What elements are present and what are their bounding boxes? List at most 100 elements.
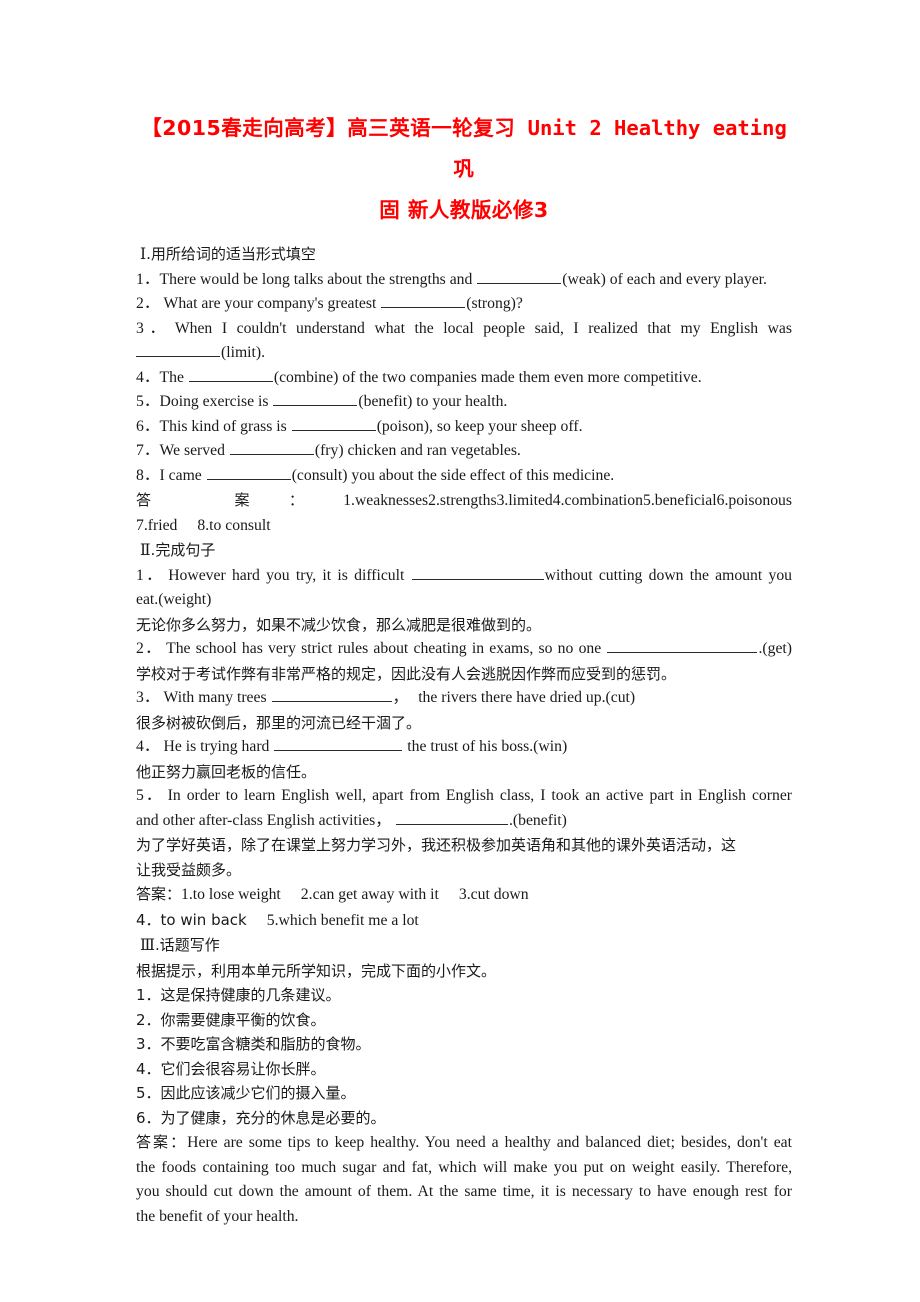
answer-value: 7.fried [136,516,178,534]
sentence-item-1-cont: eat.(weight) [136,588,792,613]
prompt-text: 不要吃富含糖类和脂肪的食物。 [160,1035,371,1053]
item-text-after: (combine) of the two companies made them… [273,368,702,386]
fill-blank[interactable] [229,440,314,455]
writing-prompt-4: 4．它们会很容易让你长胖。 [136,1057,792,1082]
section-2-heading-label: .完成句子 [150,541,216,559]
item-number: 3． [136,1035,161,1053]
fill-blank[interactable] [477,268,562,284]
fill-blank[interactable] [136,342,220,357]
item-text-cont: eat.(weight) [136,591,212,608]
sentence-item-5-cont: and other after-class English activities… [136,809,792,834]
fill-blank[interactable] [271,687,392,702]
answer-value: 4.combination [552,492,643,509]
fill-blank[interactable] [206,464,291,480]
fill-blank[interactable] [395,809,508,825]
sentence-item-2: 2． The school has very strict rules about… [136,637,792,662]
answer-value: 5.beneficial [642,492,717,509]
item-text-before: When I couldn't understand what the loca… [174,319,792,337]
title-unit: Unit 2 Healthy eating [527,116,787,140]
item-text-after: without cutting down the amount you [544,566,793,584]
item-number: 6． [136,1108,161,1127]
item-text-before: I came [159,466,202,484]
item-text-after: .(get) [758,640,792,657]
item-text-cont: and other after-class English activities… [136,811,391,829]
item-number: 2． [136,295,160,312]
section-1-answers-line-1: 答 案：1.weaknesses2.strengths3.limited4.co… [136,488,792,514]
item-text-after: (benefit) to your health. [358,393,508,410]
sentence-item-1-translation: 无论你多么努力，如果不减少饮食，那么减肥是很难做到的。 [136,615,542,634]
item-number: 4． [136,738,160,755]
section-3-answer-line-3: you should cut down the amount of them. … [136,1183,792,1200]
exercise-item-2: 2． What are your company's greatest (stro… [136,292,792,317]
answer-value: 1.to lose weight [181,886,281,903]
item-number: 3． [136,689,160,706]
answer-value: 5.which benefit me a lot [266,911,419,929]
item-number: 8． [136,466,160,484]
item-text-before: What are your company's greatest [163,295,377,312]
item-text-before: With many trees [163,689,267,706]
fill-blank[interactable] [381,293,466,308]
title-cn-prefix: 高三英语一轮复习 [347,116,516,140]
title-bracket-label: 2015春走向高考 [162,116,327,140]
item-number: 7． [136,442,160,459]
item-text-before: There would be long talks about the stre… [159,270,473,288]
item-text-before: The school has very strict rules about c… [166,640,602,657]
title-bracket-open: 【 [141,116,163,140]
writing-instruction: 根据提示，利用本单元所学知识，完成下面的小作文。 [136,961,497,980]
sentence-item-5: 5． In order to learn English well, apart … [136,784,792,809]
sentence-item-3-translation: 很多树被砍倒后，那里的河流已经干涸了。 [136,713,422,732]
item-comma: ， [392,689,409,706]
section-2-heading: Ⅱ.完成句子 [136,538,792,564]
item-number: 5． [136,393,160,410]
item-number: 6． [136,417,160,435]
sentence-item-4-translation: 他正努力赢回老板的信任。 [136,762,317,781]
item-text-after: (limit). [221,344,266,361]
answer-label: 答 案： [136,491,344,509]
writing-prompt-2: 2．你需要健康平衡的饮食。 [136,1008,792,1033]
fill-blank[interactable] [188,366,273,382]
item-text-after: (consult) you about the side effect of t… [291,466,615,484]
item-text-after: (strong)? [466,295,523,312]
answer-value: 2.strengths [428,492,497,509]
answer-value: 2.can get away with it [300,886,439,903]
prompt-text: 为了健康，充分的休息是必要的。 [160,1108,386,1127]
item-text-after: the rivers there have dried up.(cut) [418,689,636,706]
sentence-item-1: 1． However hard you try, it is difficult … [136,564,792,589]
sentence-item-2-translation: 学校对于考试作弊有非常严格的规定，因此没有人会逃脱因作弊而应受到的惩罚。 [136,664,677,683]
section-3-answer-line-2: the foods containing too much sugar and … [136,1158,792,1176]
sentence-item-4: 4． He is trying hard the trust of his bos… [136,735,792,760]
fill-blank[interactable] [291,415,376,431]
item-text-after: (poison), so keep your sheep off. [376,417,583,435]
writing-prompt-6: 6．为了健康，充分的休息是必要的。 [136,1106,792,1131]
answer-value: 6.poisonous [716,492,792,509]
title-bracket-close: 】 [326,116,348,140]
section-1-heading-label: .用所给词的适当形式填空 [146,245,316,263]
sentence-item-5-translation-line-1: 为了学好英语，除了在课堂上努力学习外，我还积极参加英语角和其他的课外英语活动，这 [136,836,737,854]
fill-blank[interactable] [273,391,358,406]
title-cn-suffix: 巩 [453,157,475,181]
answer-label: 答案： [136,1133,188,1151]
title-line2: 固 新人教版必修3 [379,198,549,222]
fill-blank[interactable] [607,638,758,653]
item-text-before: The [159,368,184,386]
item-number: 1． [136,566,165,584]
item-number: 2． [136,640,163,657]
exercise-item-3-cont: (limit). [136,341,792,366]
item-text-after: (weak) of each and every player. [562,270,767,288]
item-number: 5． [136,787,164,804]
exercise-item-8: 8．I came (consult) you about the side ef… [136,464,792,489]
fill-blank[interactable] [274,736,403,751]
fill-blank[interactable] [411,564,544,580]
section-3-answer-line-4: the benefit of your health. [136,1207,299,1225]
item-number: 1． [136,270,160,288]
item-text-before: In order to learn English well, apart fr… [167,787,793,804]
item-text-before: We served [159,442,225,459]
section-2-answers-line-2: 4．to win back 5.which benefit me a lot [136,908,792,934]
writing-prompt-3: 3．不要吃富含糖类和脂肪的食物。 [136,1032,792,1057]
page-title: 【2015春走向高考】高三英语一轮复习 Unit 2 Healthy eatin… [136,108,792,231]
prompt-text: 你需要健康平衡的饮食。 [160,1010,326,1029]
section-3-heading-label: .话题写作 [154,936,220,954]
answer-value: 8.to consult [197,516,271,534]
answer-value: 3.cut down [458,886,529,903]
answer-text: Here are some tips to keep healthy. You … [187,1134,792,1151]
